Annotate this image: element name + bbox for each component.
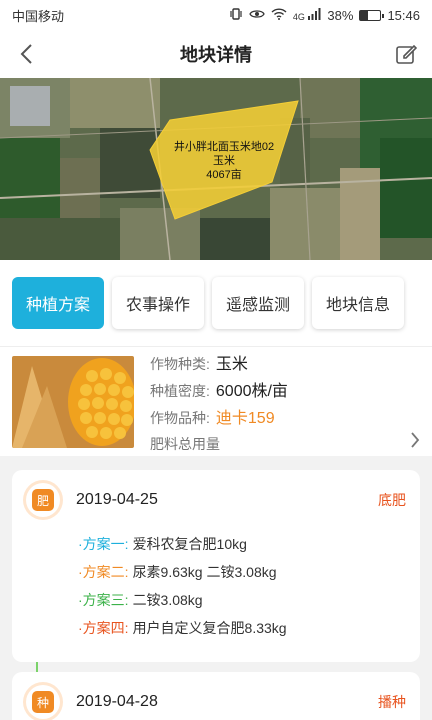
fertilizer-row: 肥料总用量 — [150, 431, 420, 454]
crop-info: 作物种类: 玉米 种植密度: 6000株/亩 作物品种: 迪卡159 肥料总用量 — [150, 350, 420, 454]
density-row: 种植密度: 6000株/亩 — [150, 377, 420, 401]
chevron-left-icon — [20, 44, 32, 64]
vibrate-icon — [229, 7, 243, 24]
variety-label: 作物品种: — [150, 409, 210, 426]
status-icons: 4G 38% 15:46 — [229, 7, 420, 24]
scheme-text: 二铵3.08kg — [132, 592, 203, 608]
scheme-label: ·方案二: — [78, 564, 129, 580]
scheme-label: ·方案四: — [78, 620, 129, 636]
edit-icon — [396, 44, 417, 64]
fertilizer-badge-icon: 肥 — [26, 483, 60, 517]
scheme-item: ·方案二: 尿素9.63kg 二铵3.08kg — [78, 558, 406, 586]
scheme-item: ·方案一: 爱科农复合肥10kg — [78, 530, 406, 558]
navigation-bar: 地块详情 — [0, 30, 432, 78]
scheme-item: ·方案四: 用户自定义复合肥8.33kg — [78, 614, 406, 642]
variety-value: 迪卡159 — [215, 409, 275, 427]
tab-field-info[interactable]: 地块信息 — [312, 277, 405, 329]
edit-button[interactable] — [392, 40, 420, 68]
scheme-label: ·方案一: — [78, 536, 129, 552]
tab-planting-plan[interactable]: 种植方案 — [12, 277, 105, 329]
plan-date: 2019-04-25 — [76, 491, 158, 508]
plan-timeline: 肥 2019-04-25 底肥 ·方案一: 爱科农复合肥10kg ·方案二: 尿… — [0, 470, 432, 720]
scheme-label: ·方案三: — [78, 592, 129, 608]
fertilizer-label: 肥料总用量 — [150, 435, 220, 452]
network-type: 4G — [292, 12, 305, 22]
tab-bar: 种植方案 农事操作 遥感监测 地块信息 — [0, 260, 432, 346]
crop-type-row: 作物种类: 玉米 — [150, 350, 420, 374]
map-area: 4067亩 — [206, 167, 241, 181]
plan-header: 肥 2019-04-25 底肥 — [26, 470, 406, 530]
fertilizer-badge-label: 肥 — [32, 489, 54, 511]
plan-card-fertilizer[interactable]: 肥 2019-04-25 底肥 ·方案一: 爱科农复合肥10kg ·方案二: 尿… — [12, 470, 420, 662]
variety-row: 作物品种: 迪卡159 — [150, 404, 420, 428]
scheme-text: 用户自定义复合肥8.33kg — [132, 620, 287, 636]
density-value: 6000株/亩 — [215, 382, 288, 400]
battery-percent: 38% — [327, 7, 354, 23]
carrier-label: 中国移动 — [12, 8, 65, 24]
scheme-text: 爱科农复合肥10kg — [132, 536, 247, 552]
plan-card-sowing[interactable]: 种 2019-04-28 播种 — [12, 672, 420, 720]
tab-remote-sensing[interactable]: 遥感监测 — [212, 277, 305, 329]
plan-tag: 播种 — [378, 694, 406, 710]
plan-date: 2019-04-28 — [76, 693, 158, 710]
field-map[interactable]: 井小胖北面玉米地02 玉米 4067亩 — [0, 78, 432, 260]
crop-type-label: 作物种类: — [150, 355, 210, 372]
scheme-item: ·方案三: 二铵3.08kg — [78, 586, 406, 614]
seed-badge-label: 种 — [32, 691, 54, 713]
signal-icon: 4G — [293, 8, 322, 22]
seed-badge-icon: 种 — [26, 685, 60, 719]
page-title: 地块详情 — [180, 45, 252, 65]
scheme-text: 尿素9.63kg 二铵3.08kg — [132, 564, 277, 580]
crop-summary[interactable]: 作物种类: 玉米 种植密度: 6000株/亩 作物品种: 迪卡159 肥料总用量 — [0, 346, 432, 456]
back-button[interactable] — [12, 40, 40, 68]
plan-tag: 底肥 — [378, 492, 406, 508]
chevron-right-icon[interactable] — [410, 431, 420, 452]
battery-icon — [359, 9, 385, 21]
map-field-name: 井小胖北面玉米地02 — [174, 139, 274, 153]
clock: 15:46 — [387, 7, 420, 23]
tab-farm-operations[interactable]: 农事操作 — [112, 277, 205, 329]
scheme-list: ·方案一: 爱科农复合肥10kg ·方案二: 尿素9.63kg 二铵3.08kg… — [26, 530, 406, 642]
eye-icon — [249, 8, 265, 23]
crop-type-value: 玉米 — [215, 355, 248, 373]
plan-header: 种 2019-04-28 播种 — [26, 672, 406, 720]
wifi-icon — [271, 7, 287, 23]
density-label: 种植密度: — [150, 382, 210, 399]
corn-image — [12, 355, 134, 448]
status-bar: 中国移动 4G 38% 15:46 — [0, 0, 432, 30]
map-crop: 玉米 — [213, 154, 235, 167]
